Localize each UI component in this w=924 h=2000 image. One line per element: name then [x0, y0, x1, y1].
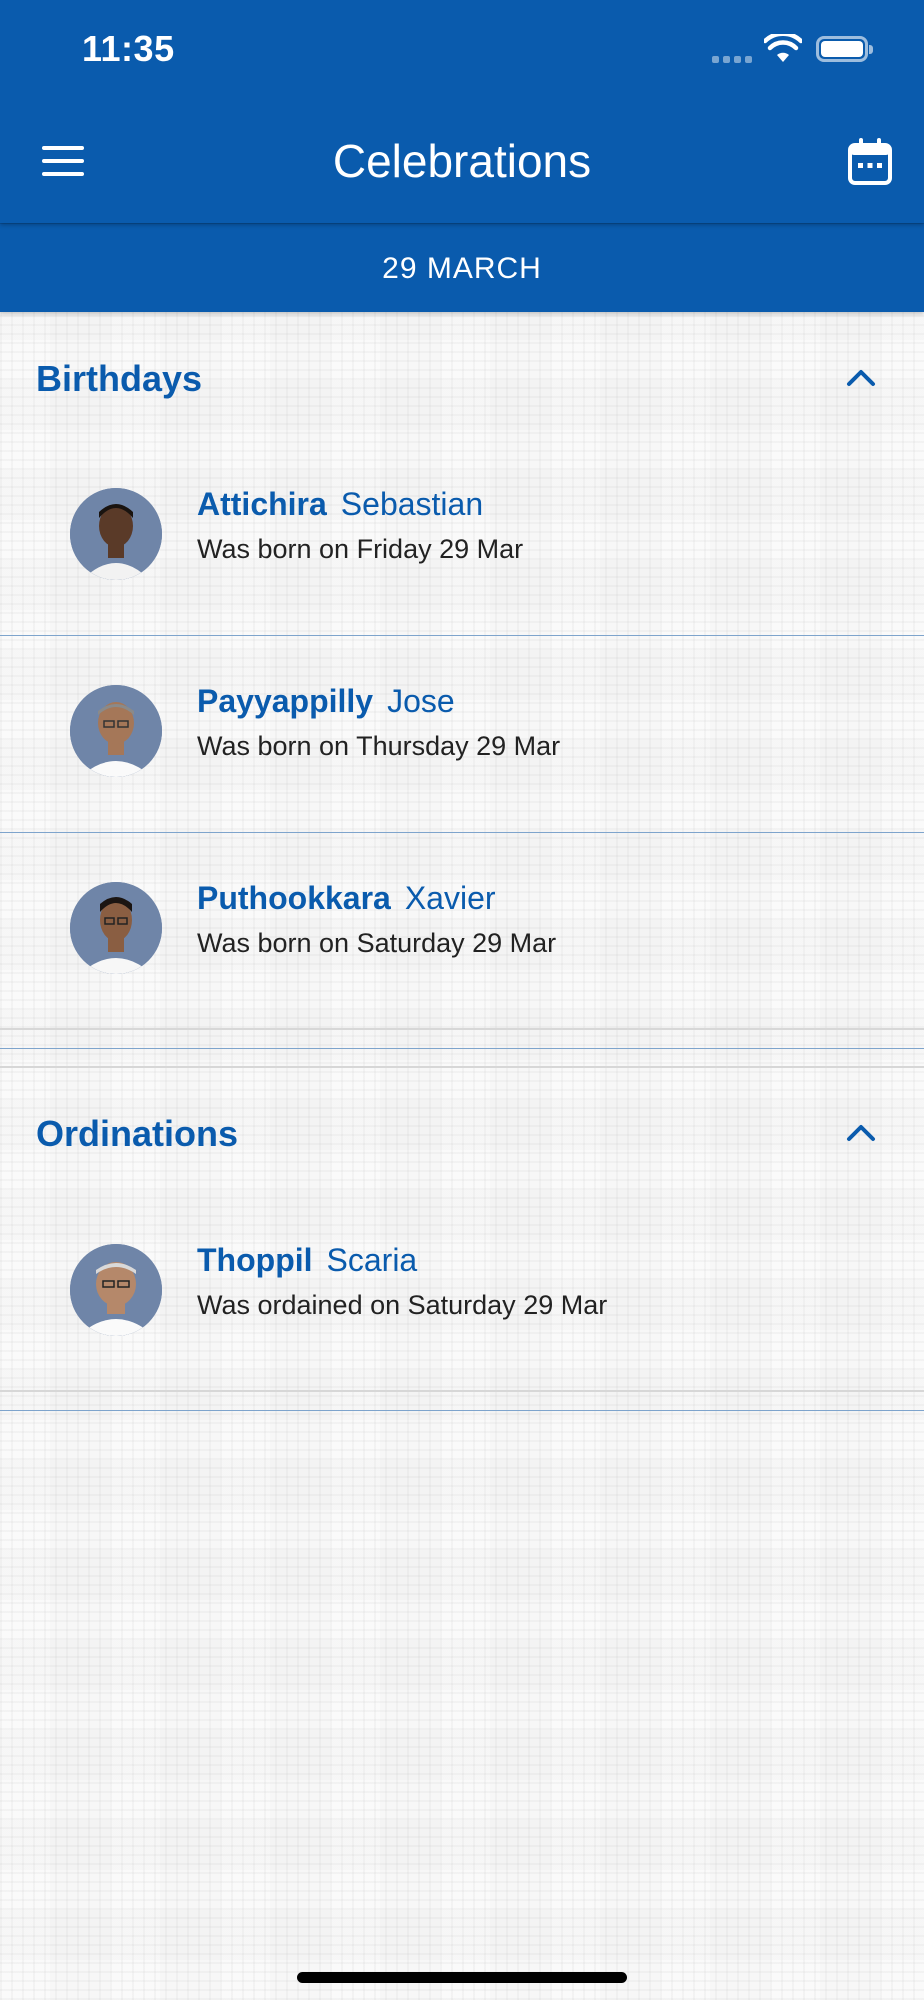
list-item[interactable]: Puthookkara Xavier Was born on Saturday 2… — [0, 834, 924, 1030]
person-given-name: Jose — [387, 683, 455, 719]
home-indicator[interactable] — [297, 1972, 627, 1983]
page-title: Celebrations — [332, 135, 592, 187]
section-divider — [0, 1048, 924, 1049]
person-name: Payyappilly Jose — [197, 683, 455, 720]
battery-icon — [816, 36, 873, 62]
status-time: 11:35 — [82, 28, 175, 69]
ordinations-section-header[interactable]: Ordinations — [0, 1095, 924, 1175]
chevron-up-icon[interactable] — [846, 1121, 876, 1143]
section-divider — [0, 1066, 924, 1068]
person-given-name: Sebastian — [340, 486, 484, 522]
birthdays-section-title: Birthdays — [36, 358, 203, 399]
wifi-icon — [764, 34, 802, 62]
cellular-signal-icon — [712, 56, 754, 64]
person-name: Thoppil Scaria — [197, 1242, 417, 1279]
avatar — [70, 882, 162, 974]
avatar — [70, 685, 162, 777]
person-surname: Payyappilly — [197, 683, 374, 719]
list-item[interactable]: Payyappilly Jose Was born on Thursday 29 … — [0, 637, 924, 833]
celebration-detail: Was born on Saturday 29 Mar — [197, 928, 557, 958]
celebration-detail: Was born on Friday 29 Mar — [197, 534, 524, 564]
person-surname: Puthookkara — [197, 880, 391, 916]
birthdays-section-header[interactable]: Birthdays — [0, 340, 924, 420]
person-surname: Attichira — [197, 486, 327, 522]
selected-date-bar: 29 MARCH — [0, 223, 924, 312]
chevron-up-icon[interactable] — [846, 366, 876, 388]
section-divider — [0, 1410, 924, 1411]
person-given-name: Scaria — [326, 1242, 418, 1278]
person-name: Attichira Sebastian — [197, 486, 483, 523]
ordinations-section-title: Ordinations — [36, 1113, 239, 1154]
list-item[interactable]: Attichira Sebastian Was born on Friday 29… — [0, 440, 924, 636]
app-header: 11:35 Celebrations — [0, 0, 924, 223]
calendar-icon[interactable] — [848, 137, 892, 185]
person-surname: Thoppil — [197, 1242, 313, 1278]
celebration-detail: Was ordained on Saturday 29 Mar — [197, 1290, 608, 1320]
person-given-name: Xavier — [404, 880, 496, 916]
person-name: Puthookkara Xavier — [197, 880, 496, 917]
celebration-detail: Was born on Thursday 29 Mar — [197, 731, 561, 761]
avatar — [70, 488, 162, 580]
list-item[interactable]: Thoppil Scaria Was ordained on Saturday 2… — [0, 1196, 924, 1392]
avatar — [70, 1244, 162, 1336]
